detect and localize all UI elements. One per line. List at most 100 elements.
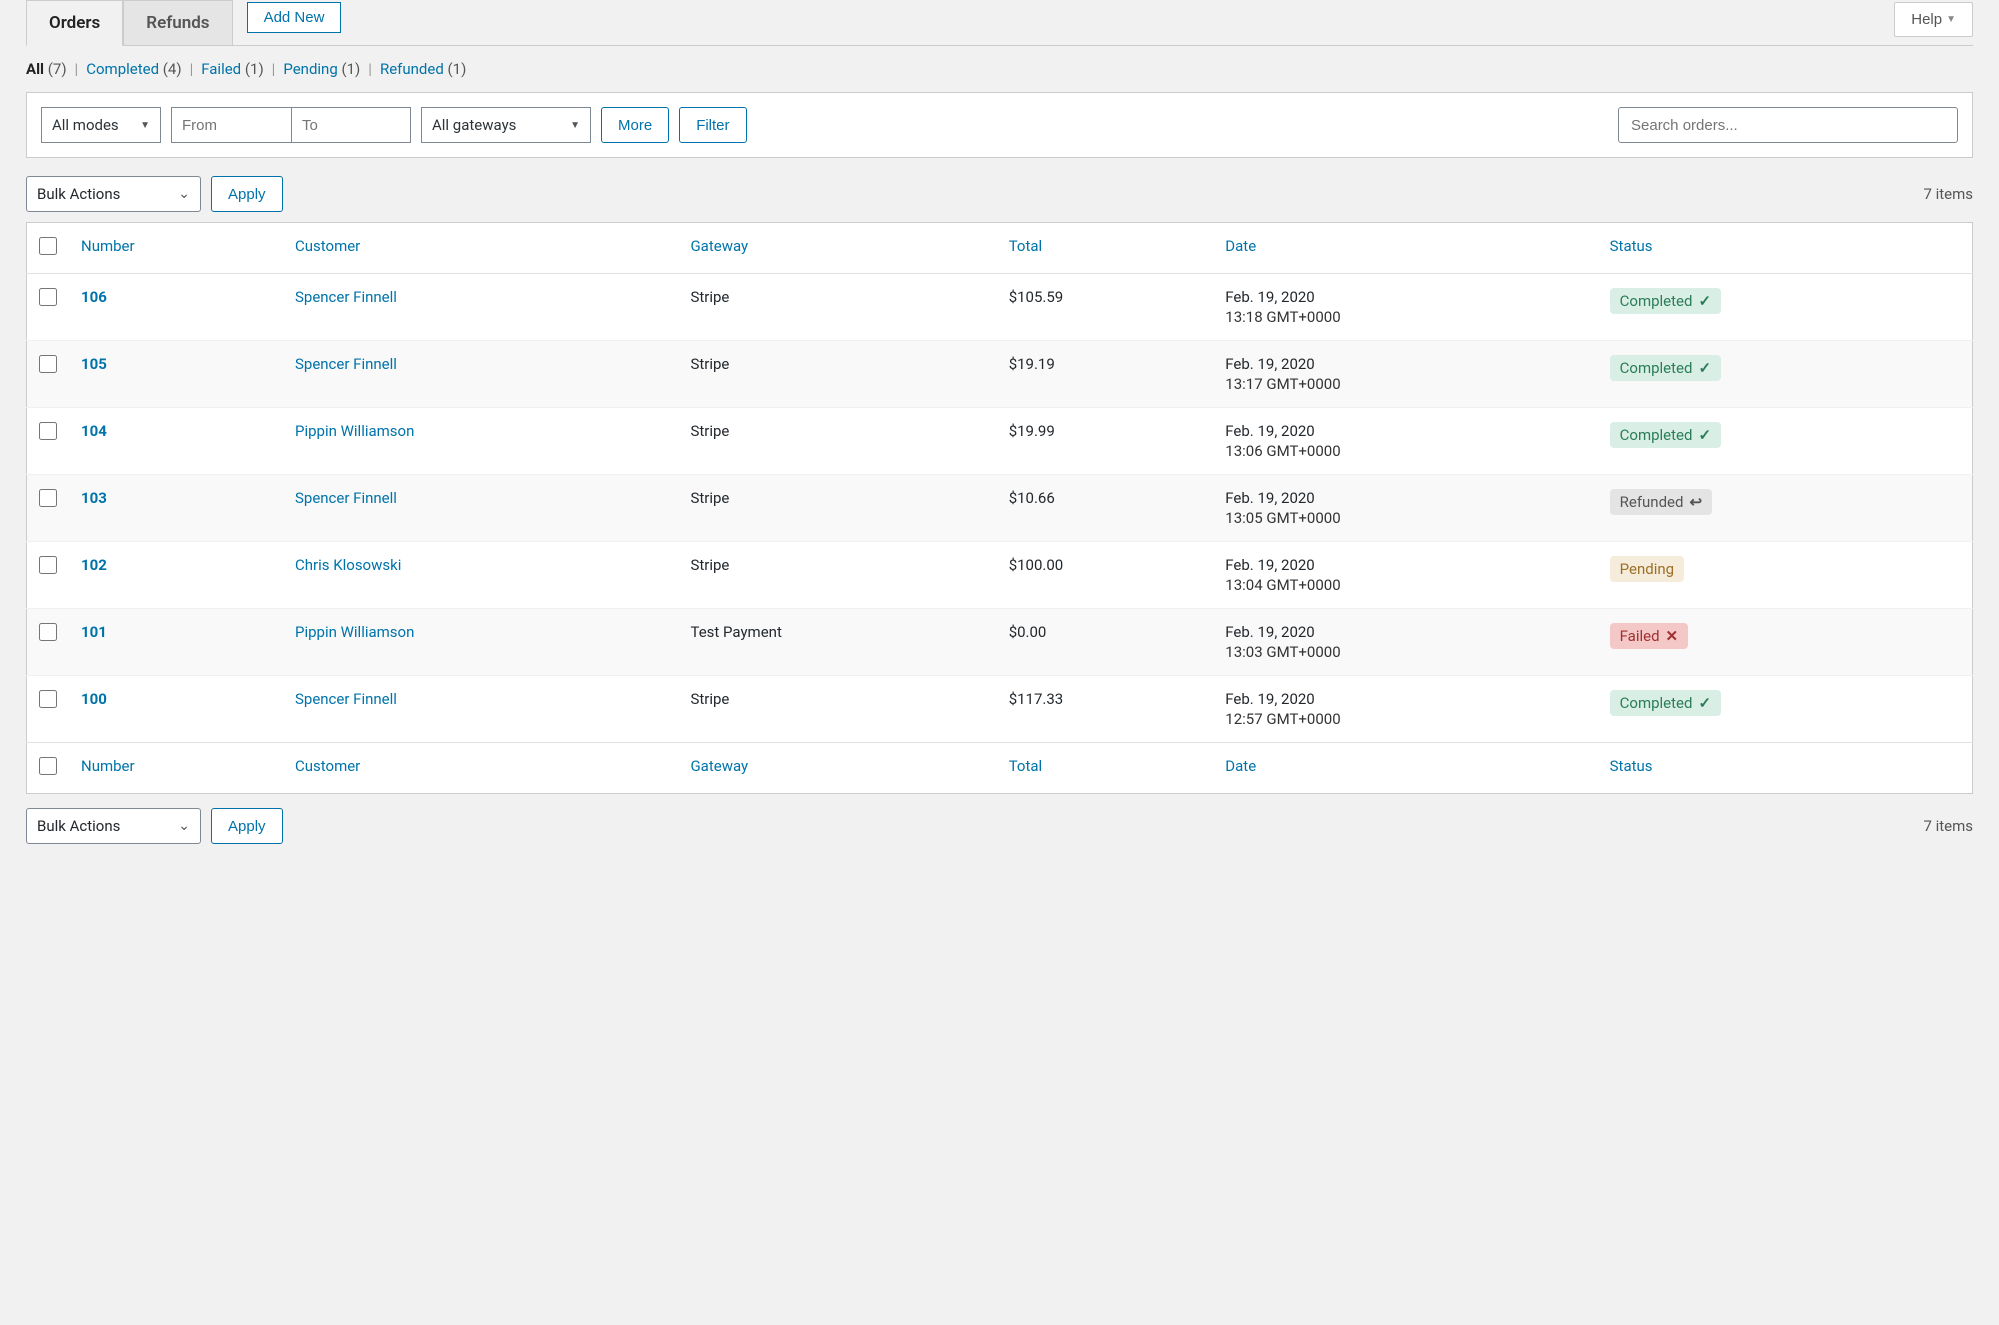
bulk-actions-select-bottom[interactable]: Bulk Actions ⌄ [26,808,201,844]
row-checkbox[interactable] [39,489,57,507]
bulk-actions-select[interactable]: Bulk Actions ⌄ [26,176,201,212]
filter-link-count: (1) [444,60,467,78]
tab-refunds[interactable]: Refunds [123,0,232,45]
add-new-button[interactable]: Add New [247,2,342,33]
check-icon: ✓ [1698,359,1711,377]
gateways-select[interactable]: All gateways ▼ [421,107,591,143]
apply-button-bottom[interactable]: Apply [211,808,283,844]
status-cell: Failed✕ [1598,609,1973,676]
check-icon: ✓ [1698,694,1711,712]
customer-link[interactable]: Spencer Finnell [295,489,397,507]
row-checkbox[interactable] [39,690,57,708]
x-icon: ✕ [1666,627,1679,645]
separator: | [272,60,276,78]
col-total[interactable]: Total [1009,237,1043,255]
date-cell: Feb. 19, 202013:03 GMT+0000 [1213,609,1597,676]
search-input[interactable] [1618,107,1958,143]
filter-link-refunded[interactable]: Refunded (1) [380,60,466,78]
select-all-checkbox-bottom[interactable] [39,757,57,775]
filter-button[interactable]: Filter [679,107,746,143]
row-checkbox[interactable] [39,355,57,373]
row-checkbox[interactable] [39,288,57,306]
select-all-checkbox[interactable] [39,237,57,255]
customer-link[interactable]: Chris Klosowski [295,556,401,574]
date-cell: Feb. 19, 202013:18 GMT+0000 [1213,274,1597,341]
gateway-cell: Stripe [678,341,996,408]
total-cell: $105.59 [997,274,1214,341]
row-checkbox[interactable] [39,556,57,574]
bulk-actions-label: Bulk Actions [37,185,120,203]
table-row: 100Spencer FinnellStripe$117.33Feb. 19, … [27,676,1973,743]
bulk-actions-label: Bulk Actions [37,817,120,835]
orders-table: Number Customer Gateway Total Date Statu… [26,222,1973,794]
filter-link-all[interactable]: All (7) [26,60,67,78]
customer-link[interactable]: Spencer Finnell [295,288,397,306]
status-badge: Pending [1610,556,1684,582]
chevron-down-icon: ⌄ [178,186,190,202]
tab-orders[interactable]: Orders [26,0,123,46]
col-status[interactable]: Status [1610,237,1653,255]
separator: | [75,60,79,78]
row-checkbox[interactable] [39,422,57,440]
table-row: 103Spencer FinnellStripe$10.66Feb. 19, 2… [27,475,1973,542]
col-customer[interactable]: Customer [295,237,360,255]
total-cell: $0.00 [997,609,1214,676]
filter-link-failed[interactable]: Failed (1) [201,60,263,78]
order-number-link[interactable]: 106 [81,288,107,306]
col-date[interactable]: Date [1225,237,1256,255]
filter-link-label: Pending [283,60,337,78]
order-number-link[interactable]: 104 [81,422,107,440]
filter-link-completed[interactable]: Completed (4) [86,60,181,78]
total-cell: $10.66 [997,475,1214,542]
col-status-foot[interactable]: Status [1610,757,1653,775]
status-badge-label: Completed [1620,359,1693,377]
row-checkbox[interactable] [39,623,57,641]
order-number-link[interactable]: 100 [81,690,107,708]
table-row: 104Pippin WilliamsonStripe$19.99Feb. 19,… [27,408,1973,475]
table-row: 105Spencer FinnellStripe$19.19Feb. 19, 2… [27,341,1973,408]
col-gateway[interactable]: Gateway [690,237,748,255]
col-total-foot[interactable]: Total [1009,757,1043,775]
filter-link-pending[interactable]: Pending (1) [283,60,360,78]
col-number[interactable]: Number [81,237,135,255]
chevron-down-icon: ⌄ [178,818,190,834]
status-cell: Refunded↩ [1598,475,1973,542]
customer-link[interactable]: Pippin Williamson [295,623,414,641]
total-cell: $100.00 [997,542,1214,609]
col-date-foot[interactable]: Date [1225,757,1256,775]
status-badge: Completed✓ [1610,288,1721,314]
col-number-foot[interactable]: Number [81,757,135,775]
modes-select[interactable]: All modes ▼ [41,107,161,143]
customer-link[interactable]: Spencer Finnell [295,690,397,708]
help-button[interactable]: Help ▼ [1894,2,1973,37]
help-label: Help [1911,11,1942,28]
status-cell: Completed✓ [1598,676,1973,743]
order-number-link[interactable]: 102 [81,556,107,574]
gateway-cell: Stripe [678,676,996,743]
filters-box: All modes ▼ All gateways ▼ More Filter [26,92,1973,158]
apply-button[interactable]: Apply [211,176,283,212]
check-icon: ✓ [1698,292,1711,310]
order-number-link[interactable]: 103 [81,489,107,507]
filter-link-count: (4) [159,60,182,78]
col-customer-foot[interactable]: Customer [295,757,360,775]
status-badge: Failed✕ [1610,623,1689,649]
order-number-link[interactable]: 101 [81,623,107,641]
customer-link[interactable]: Pippin Williamson [295,422,414,440]
filter-link-label: All [26,60,44,78]
total-cell: $19.99 [997,408,1214,475]
status-badge-label: Refunded [1620,493,1684,511]
more-filters-button[interactable]: More [601,107,669,143]
status-badge: Completed✓ [1610,422,1721,448]
customer-link[interactable]: Spencer Finnell [295,355,397,373]
col-gateway-foot[interactable]: Gateway [690,757,748,775]
date-from-input[interactable] [171,107,291,143]
status-cell: Completed✓ [1598,408,1973,475]
gateway-cell: Test Payment [678,609,996,676]
filter-link-count: (1) [241,60,264,78]
date-to-input[interactable] [291,107,411,143]
gateway-cell: Stripe [678,542,996,609]
modes-select-label: All modes [52,116,119,134]
order-number-link[interactable]: 105 [81,355,107,373]
chevron-down-icon: ▼ [1946,14,1956,25]
